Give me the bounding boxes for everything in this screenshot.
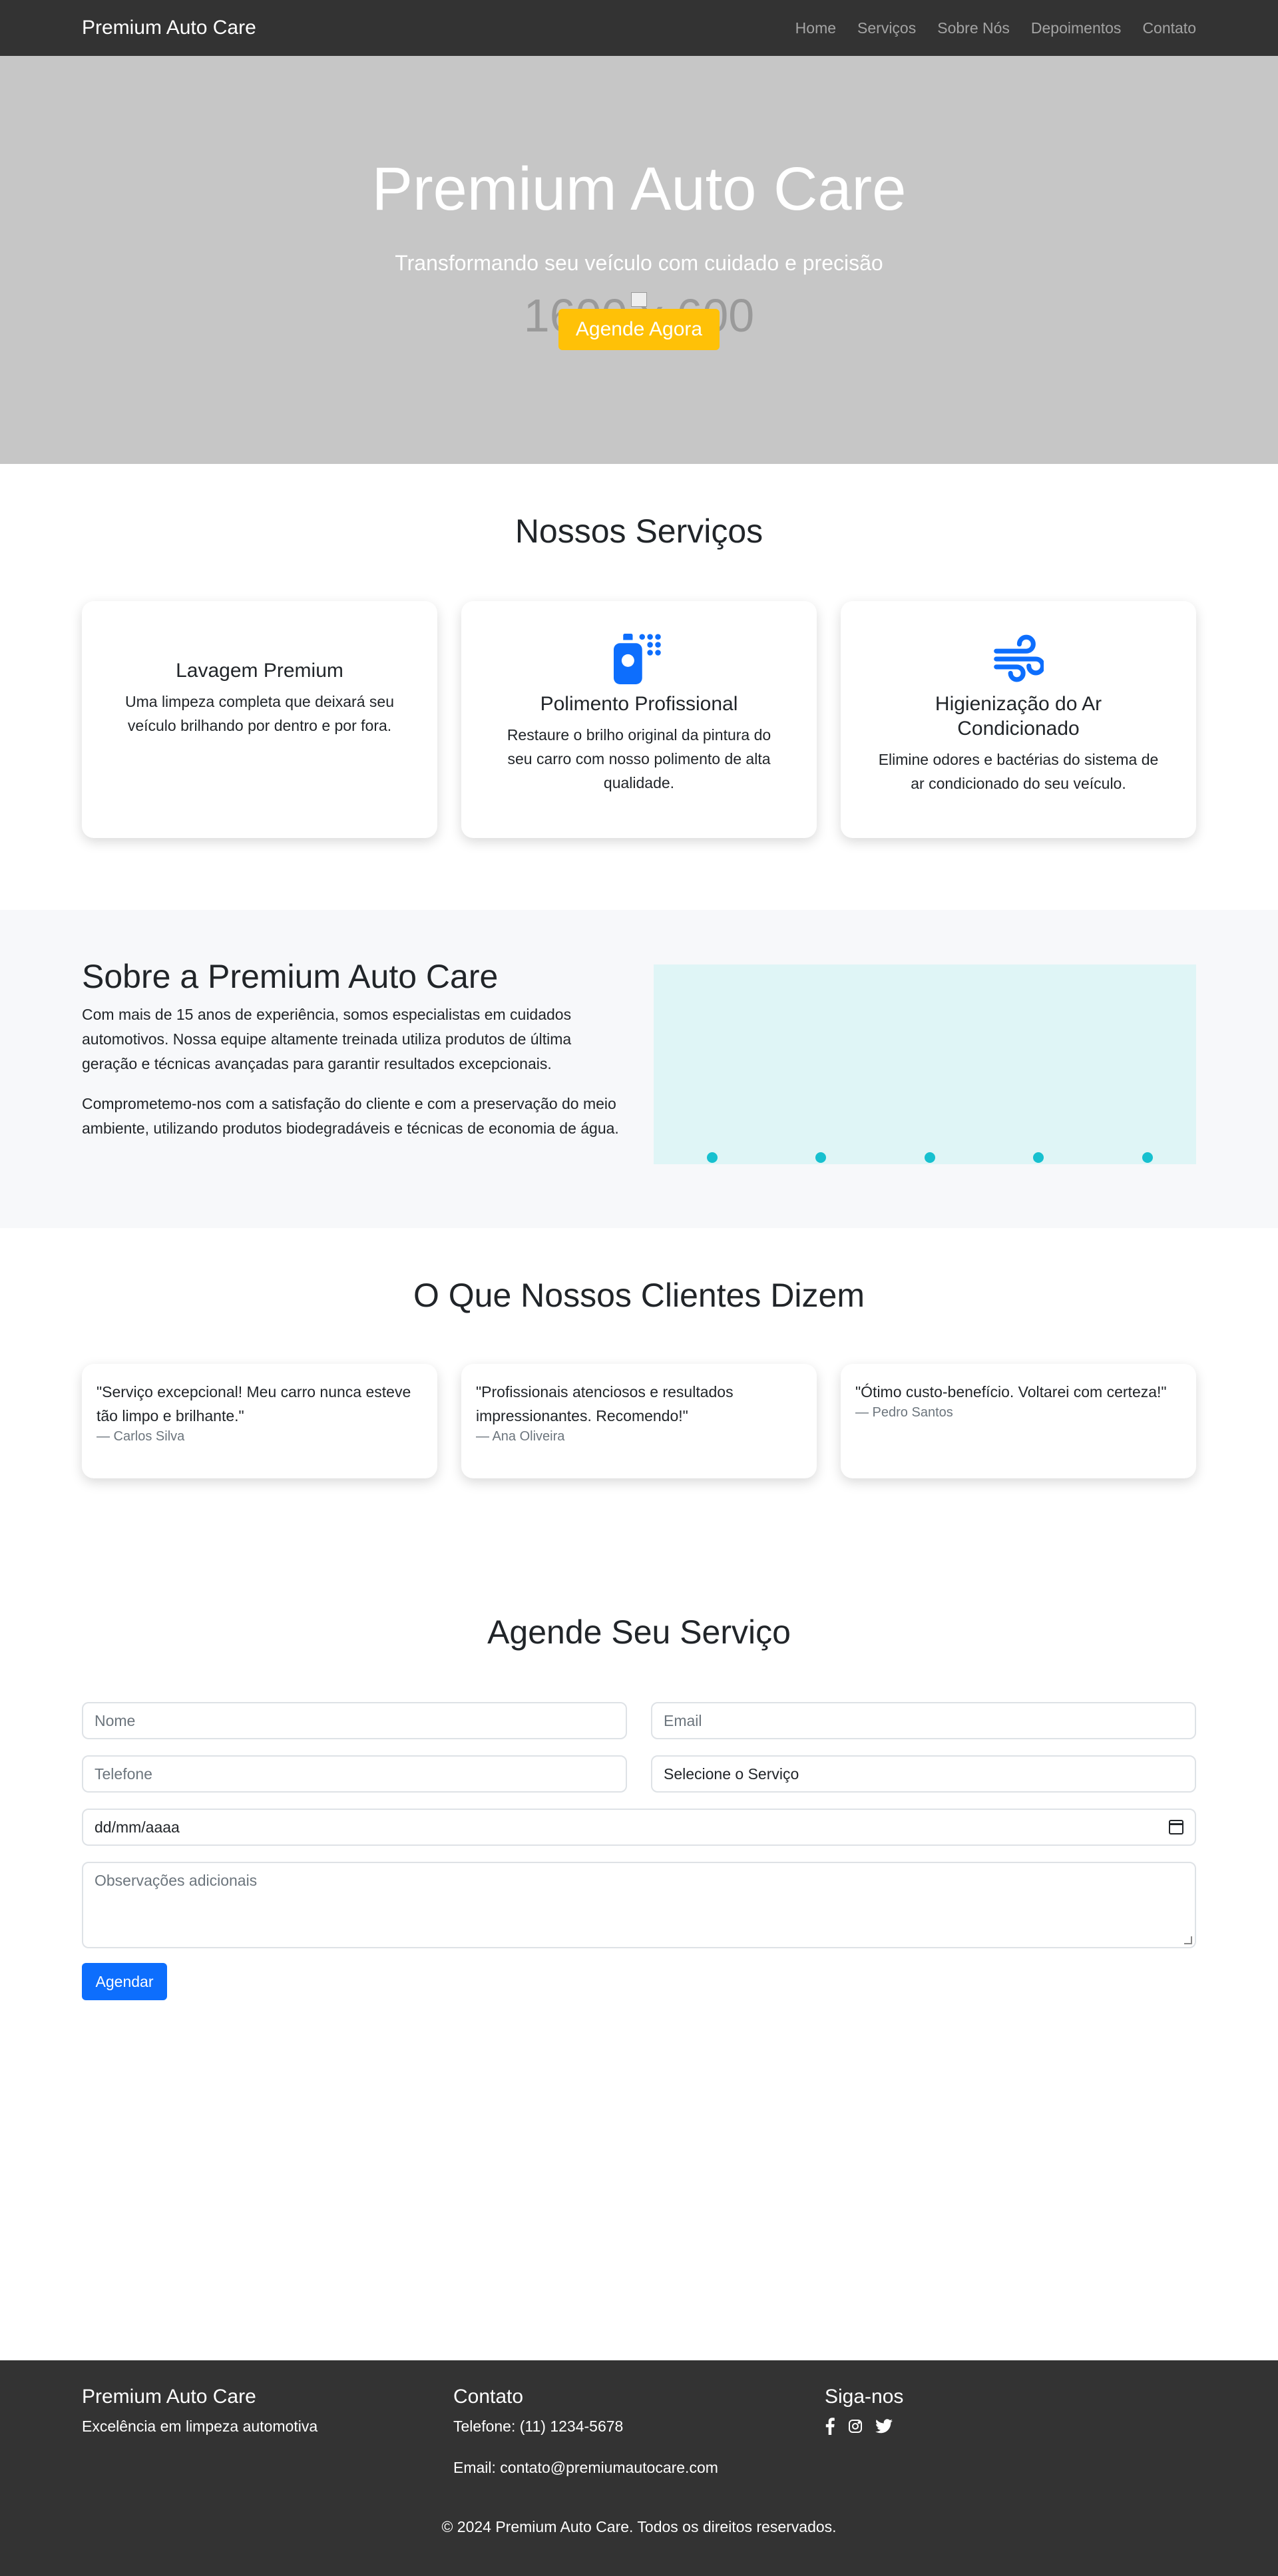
name-input[interactable]: Nome [82,1702,627,1739]
about-paragraph: Comprometemo-nos com a satisfação do cli… [82,1095,619,1137]
email-input[interactable]: Email [651,1702,1196,1739]
schedule-now-button[interactable]: Agende Agora [558,309,720,350]
testimonial-cards: "Serviço excepcional! Meu carro nunca es… [82,1364,1196,1478]
testimonials-section: O Que Nossos Clientes Dizem "Serviço exc… [0,1228,1278,1556]
footer-phone: Telefone: (11) 1234-5678 [453,2418,624,2435]
booking-form: Nome Email Telefone Selecione o Serviço … [82,1702,1196,2000]
notes-placeholder: Observações adicionais [95,1872,258,1889]
brand-logo[interactable]: Premium Auto Care [82,17,256,39]
service-description: Restaure o brilho original da pintura do… [507,726,771,791]
notes-textarea[interactable]: Observações adicionais [82,1862,1196,1948]
carousel-indicator[interactable] [707,1152,718,1163]
instagram-icon[interactable] [847,2418,863,2438]
about-title: Sobre a Premium Auto Care [82,958,499,995]
service-title: Lavagem Premium [176,660,343,682]
service-card-ac: Higienização do Ar Condicionado Elimine … [841,601,1196,838]
footer: Premium Auto Care Excelência em limpeza … [0,2360,1278,2576]
testimonial-quote: "Serviço excepcional! Meu carro nunca es… [97,1383,411,1424]
footer-social-column: Siga-nos [825,2386,1196,2500]
navbar: Premium Auto Care Home Serviços Sobre Nó… [0,0,1278,56]
date-input[interactable]: dd/mm/aaaa [82,1809,1196,1846]
testimonial-card: "Serviço excepcional! Meu carro nunca es… [82,1364,437,1478]
booking-title: Agende Seu Serviço [487,1613,791,1651]
nav-links: Home Serviços Sobre Nós Depoimentos Cont… [785,19,1196,37]
nav-link-contact[interactable]: Contato [1132,19,1196,37]
hero-section: 1600 x 600 Premium Auto Care Transforman… [0,56,1278,464]
testimonial-card: "Profissionais atenciosos e resultados i… [461,1364,817,1478]
carousel-indicator[interactable] [1033,1152,1044,1163]
about-section: Sobre a Premium Auto Care Com mais de 15… [0,910,1278,1228]
service-card-polish: Polimento Profissional Restaure o brilho… [461,601,817,838]
testimonial-quote: "Profissionais atenciosos e resultados i… [476,1383,734,1424]
resize-handle-icon[interactable] [1184,1936,1192,1944]
booking-section: Agende Seu Serviço Nome Email Telefone S… [0,1556,1278,2360]
twitter-icon[interactable] [875,2419,893,2437]
submit-booking-button[interactable]: Agendar [82,1963,167,2000]
service-description: Uma limpeza completa que deixará seu veí… [125,693,394,734]
service-description: Elimine odores e bactérias do sistema de… [878,751,1159,792]
nav-link-about[interactable]: Sobre Nós [927,19,1020,37]
footer-email[interactable]: Email: contato@premiumautocare.com [453,2459,825,2477]
nav-link-home[interactable]: Home [785,19,847,37]
phone-input[interactable]: Telefone [82,1755,627,1793]
spray-bottle-icon [493,633,785,685]
services-title: Nossos Serviços [515,513,763,550]
facebook-icon[interactable] [825,2418,835,2438]
copyright-text: © 2024 Premium Auto Care. Todos os direi… [441,2518,837,2535]
about-paragraph: Com mais de 15 anos de experiência, somo… [82,1006,572,1072]
testimonials-title: O Que Nossos Clientes Dizem [413,1277,865,1314]
calendar-icon[interactable] [1169,1820,1183,1834]
carousel-indicator[interactable] [815,1152,827,1163]
about-image-carousel [654,965,1196,1164]
services-section: Nossos Serviços Lavagem Premium Uma limp… [0,464,1278,910]
nav-link-services[interactable]: Serviços [847,19,927,37]
hero-title: Premium Auto Care [371,155,907,223]
services-cards: Lavagem Premium Uma limpeza completa que… [82,601,1196,838]
footer-contact-title: Contato [453,2386,524,2408]
service-select[interactable]: Selecione o Serviço [651,1755,1196,1793]
carousel-indicator[interactable] [1142,1152,1154,1163]
testimonial-author: — Pedro Santos [855,1405,953,1420]
testimonial-author: — Carlos Silva [97,1429,185,1444]
about-text: Sobre a Premium Auto Care Com mais de 15… [82,957,620,1164]
service-title: Higienização do Ar Condicionado [935,693,1102,740]
service-card-wash: Lavagem Premium Uma limpeza completa que… [82,601,437,838]
footer-contact-column: Contato Telefone: (11) 1234-5678 Email: … [453,2386,825,2500]
broken-image-icon [631,292,647,307]
footer-social-title: Siga-nos [825,2386,904,2408]
footer-brand-title: Premium Auto Care [82,2386,256,2408]
footer-brand-column: Premium Auto Care Excelência em limpeza … [82,2386,453,2500]
wind-icon [873,633,1164,685]
testimonial-author: — Ana Oliveira [476,1429,565,1444]
testimonial-quote: "Ótimo custo-benefício. Voltarei com cer… [855,1383,1167,1400]
service-title: Polimento Profissional [540,693,738,715]
testimonial-card: "Ótimo custo-benefício. Voltarei com cer… [841,1364,1196,1478]
footer-tagline: Excelência em limpeza automotiva [82,2418,318,2435]
nav-link-testimonials[interactable]: Depoimentos [1020,19,1132,37]
date-value: dd/mm/aaaa [95,1818,180,1836]
hero-subtitle: Transformando seu veículo com cuidado e … [395,251,883,275]
carousel-indicator[interactable] [925,1152,936,1163]
